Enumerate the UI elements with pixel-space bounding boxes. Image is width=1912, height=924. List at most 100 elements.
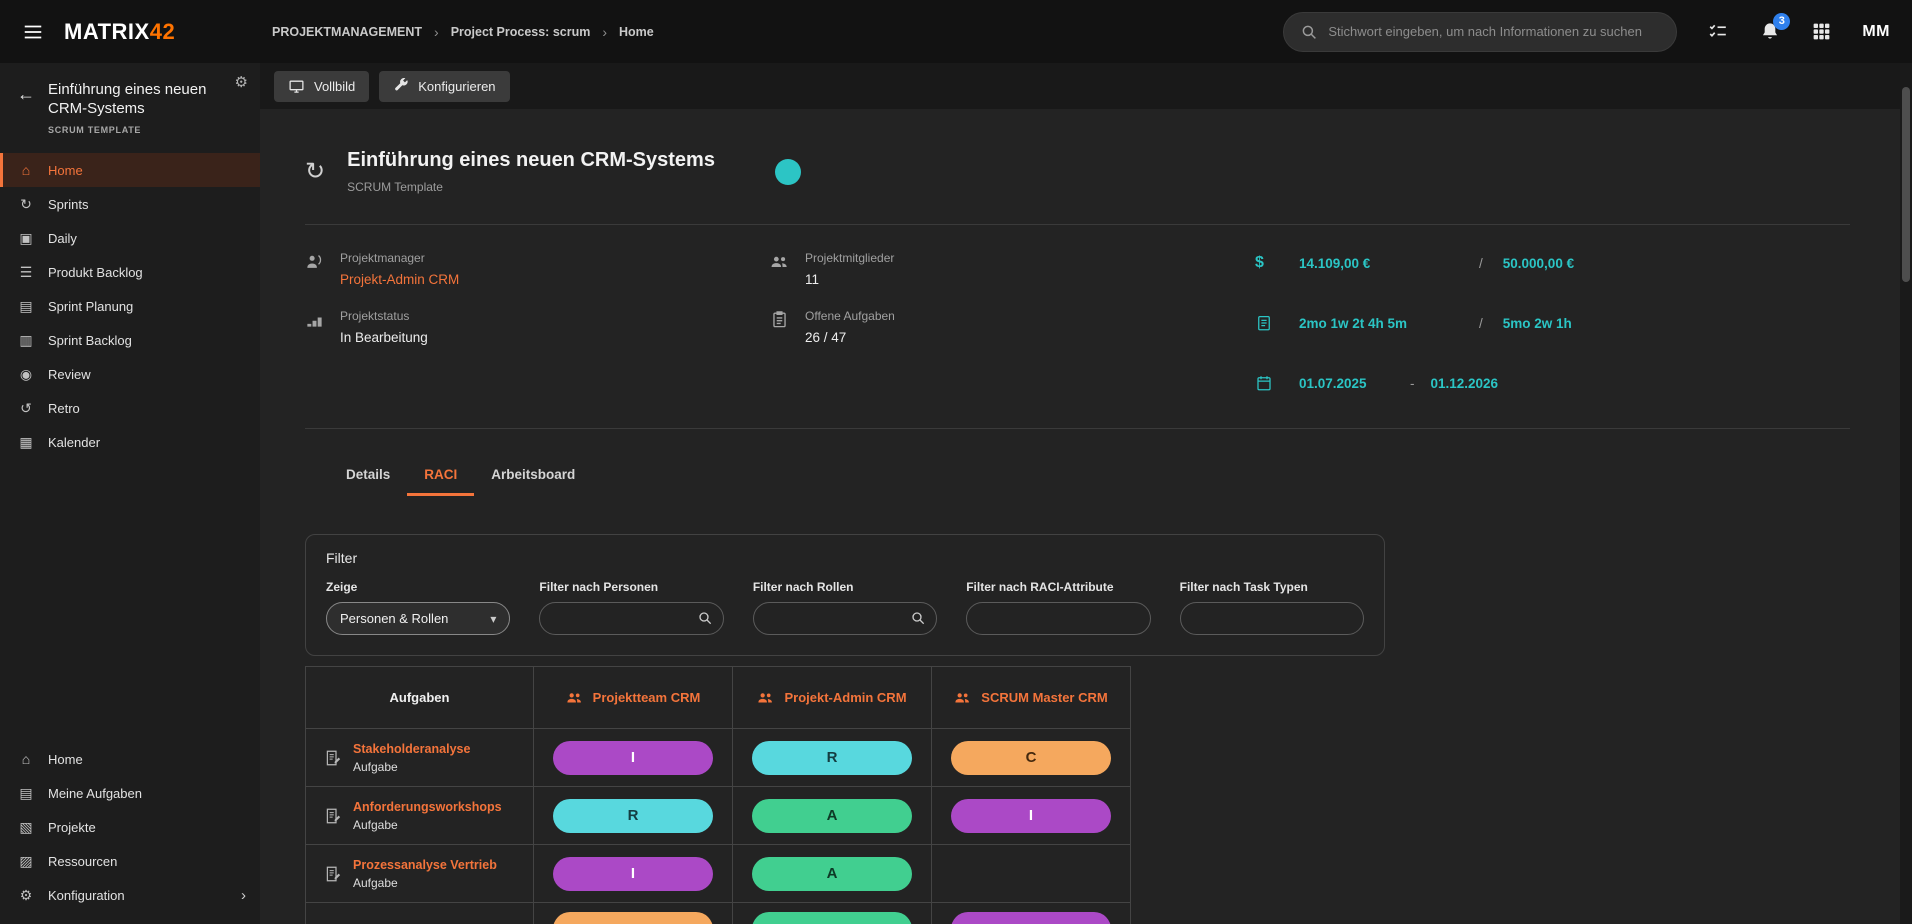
sidebar-item-meine-aufgaben[interactable]: ▤Meine Aufgaben — [0, 776, 260, 810]
task-type-label: Aufgabe — [353, 760, 470, 774]
sidebar-item-home[interactable]: ⌂Home — [0, 153, 260, 187]
task-cell: AnforderungsworkshopsAufgabe — [306, 787, 534, 845]
task-title-link[interactable]: Anforderungsworkshops — [353, 800, 502, 814]
raci-pill-a[interactable]: A — [752, 799, 912, 833]
raci-cell — [733, 903, 932, 924]
apps-grid-icon[interactable] — [1811, 21, 1832, 42]
sidebar-item-kalender[interactable]: ▦Kalender — [0, 425, 260, 459]
raci-pill-blank[interactable] — [553, 912, 713, 924]
sprint-planung-icon: ▤ — [17, 298, 35, 315]
tab-details[interactable]: Details — [329, 455, 407, 496]
role-column-scrum-master[interactable]: SCRUM Master CRM — [932, 667, 1131, 729]
raci-pill-a[interactable]: A — [752, 857, 912, 891]
raci-pill-r[interactable]: R — [553, 799, 713, 833]
info-item-projektmanager: Projektmanager Projekt-Admin CRM — [305, 251, 770, 287]
effort-spent: 2mo 1w 2t 4h 5m — [1299, 316, 1459, 331]
sidebar-item-home-global[interactable]: ⌂Home — [0, 742, 260, 776]
raci-cell — [534, 903, 733, 924]
breadcrumb-item-home[interactable]: Home — [619, 25, 654, 39]
breadcrumb-item-projektmanagement[interactable]: PROJEKTMANAGEMENT — [272, 25, 422, 39]
raci-table-body: StakeholderanalyseAufgabeIRCAnforderungs… — [306, 729, 1131, 924]
projektstatus-label: Projektstatus — [340, 309, 428, 323]
sidebar-item-projekte[interactable]: ▧Projekte — [0, 810, 260, 844]
role-column-projektteam[interactable]: Projektteam CRM — [534, 667, 733, 729]
gear-icon[interactable]: ⚙ — [235, 73, 248, 91]
raci-pill-blank[interactable] — [951, 912, 1111, 924]
zeige-select[interactable]: Personen & Rollen ▾ — [326, 602, 510, 635]
configure-button[interactable]: Konfigurieren — [379, 71, 509, 102]
raci-pill-i[interactable]: I — [553, 741, 713, 775]
notifications-bell-icon[interactable]: 3 — [1759, 21, 1781, 43]
sidebar-item-review[interactable]: ◉Review — [0, 357, 260, 391]
sidebar-item-sprint-planung[interactable]: ▤Sprint Planung — [0, 289, 260, 323]
calendar-icon — [1255, 374, 1275, 392]
filter-raci-input[interactable] — [966, 602, 1150, 635]
raci-cell: R — [534, 787, 733, 845]
ressourcen-icon: ▨ — [17, 853, 35, 870]
sidebar-item-sprints[interactable]: ↻Sprints — [0, 187, 260, 221]
task-cell — [306, 903, 534, 924]
chevron-right-icon: › — [241, 887, 246, 904]
divider — [305, 224, 1850, 225]
raci-table: Aufgaben Projektteam CRM Projekt-Admin C… — [305, 666, 1131, 924]
raci-pill-r[interactable]: R — [752, 741, 912, 775]
task-title-link[interactable]: Stakeholderanalyse — [353, 742, 470, 756]
page-title: Einführung eines neuen CRM-Systems — [347, 149, 715, 172]
person-voice-icon — [305, 251, 325, 287]
info-item-offene-aufgaben: Offene Aufgaben 26 / 47 — [770, 309, 1255, 345]
filter-field-task-typen: Filter nach Task Typen — [1180, 580, 1364, 635]
fullscreen-button[interactable]: Vollbild — [274, 71, 369, 102]
sidebar-item-label: Sprint Backlog — [48, 333, 132, 348]
role-column-label: Projekt-Admin CRM — [784, 690, 906, 705]
raci-pill-i[interactable]: I — [553, 857, 713, 891]
home-global-icon: ⌂ — [17, 751, 35, 767]
sidebar-item-retro[interactable]: ↺Retro — [0, 391, 260, 425]
tab-raci[interactable]: RACI — [407, 455, 474, 496]
wrench-icon — [393, 78, 409, 94]
task-type-label: Aufgabe — [353, 876, 497, 890]
tab-arbeitsboard[interactable]: Arbeitsboard — [474, 455, 592, 496]
offene-aufgaben-value: 26 / 47 — [805, 330, 895, 345]
raci-cell — [932, 903, 1131, 924]
filter-tasktypen-label: Filter nach Task Typen — [1180, 580, 1364, 594]
raci-pill-i[interactable]: I — [951, 799, 1111, 833]
sidebar-item-label: Home — [48, 163, 83, 178]
user-avatar[interactable]: MM — [1862, 23, 1890, 41]
search-input[interactable] — [1328, 24, 1660, 39]
scrollbar-thumb[interactable] — [1902, 87, 1910, 282]
sidebar-item-label: Kalender — [48, 435, 100, 450]
projektmanager-value-link[interactable]: Projekt-Admin CRM — [340, 272, 459, 287]
people-icon — [770, 251, 790, 287]
info-column-middle: Projektmitglieder 11 Offene Aufgaben 26 … — [770, 251, 1255, 392]
global-search[interactable] — [1283, 12, 1677, 52]
raci-pill-blank[interactable] — [752, 912, 912, 924]
breadcrumb-item-project-process[interactable]: Project Process: scrum — [451, 25, 591, 39]
raci-cell: C — [932, 729, 1131, 787]
sidebar-item-daily[interactable]: ▣Daily — [0, 221, 260, 255]
role-column-label: SCRUM Master CRM — [981, 690, 1107, 705]
filter-panel-title: Filter — [326, 550, 1364, 566]
task-document-icon — [324, 807, 342, 825]
raci-pill-c[interactable]: C — [951, 741, 1111, 775]
refresh-icon[interactable]: ↻ — [305, 160, 325, 184]
sidebar-item-label: Sprints — [48, 197, 88, 212]
sidebar-item-produkt-backlog[interactable]: ☰Produkt Backlog — [0, 255, 260, 289]
raci-cell — [932, 845, 1131, 903]
checklist-icon[interactable] — [1707, 21, 1729, 43]
sidebar-item-sprint-backlog[interactable]: ▥Sprint Backlog — [0, 323, 260, 357]
sidebar-item-konfiguration[interactable]: ⚙Konfiguration› — [0, 878, 260, 912]
search-icon — [910, 610, 926, 626]
hamburger-menu-icon[interactable] — [22, 21, 44, 43]
back-arrow-icon[interactable]: ← — [17, 84, 35, 105]
sidebar-item-ressourcen[interactable]: ▨Ressourcen — [0, 844, 260, 878]
project-info-grid: Projektmanager Projekt-Admin CRM Projekt… — [305, 251, 1850, 392]
vertical-scrollbar[interactable] — [1900, 63, 1912, 924]
role-column-projekt-admin[interactable]: Projekt-Admin CRM — [733, 667, 932, 729]
project-header: ↻ Einführung eines neuen CRM-Systems SCR… — [305, 149, 1850, 194]
task-title-link[interactable]: Prozessanalyse Vertrieb — [353, 858, 497, 872]
filter-tasktypen-input[interactable] — [1180, 602, 1364, 635]
raci-cell: I — [534, 729, 733, 787]
breadcrumb: PROJEKTMANAGEMENT › Project Process: scr… — [272, 0, 654, 63]
raci-cell: R — [733, 729, 932, 787]
matrix42-logo[interactable]: MATRIX42 — [64, 19, 175, 45]
